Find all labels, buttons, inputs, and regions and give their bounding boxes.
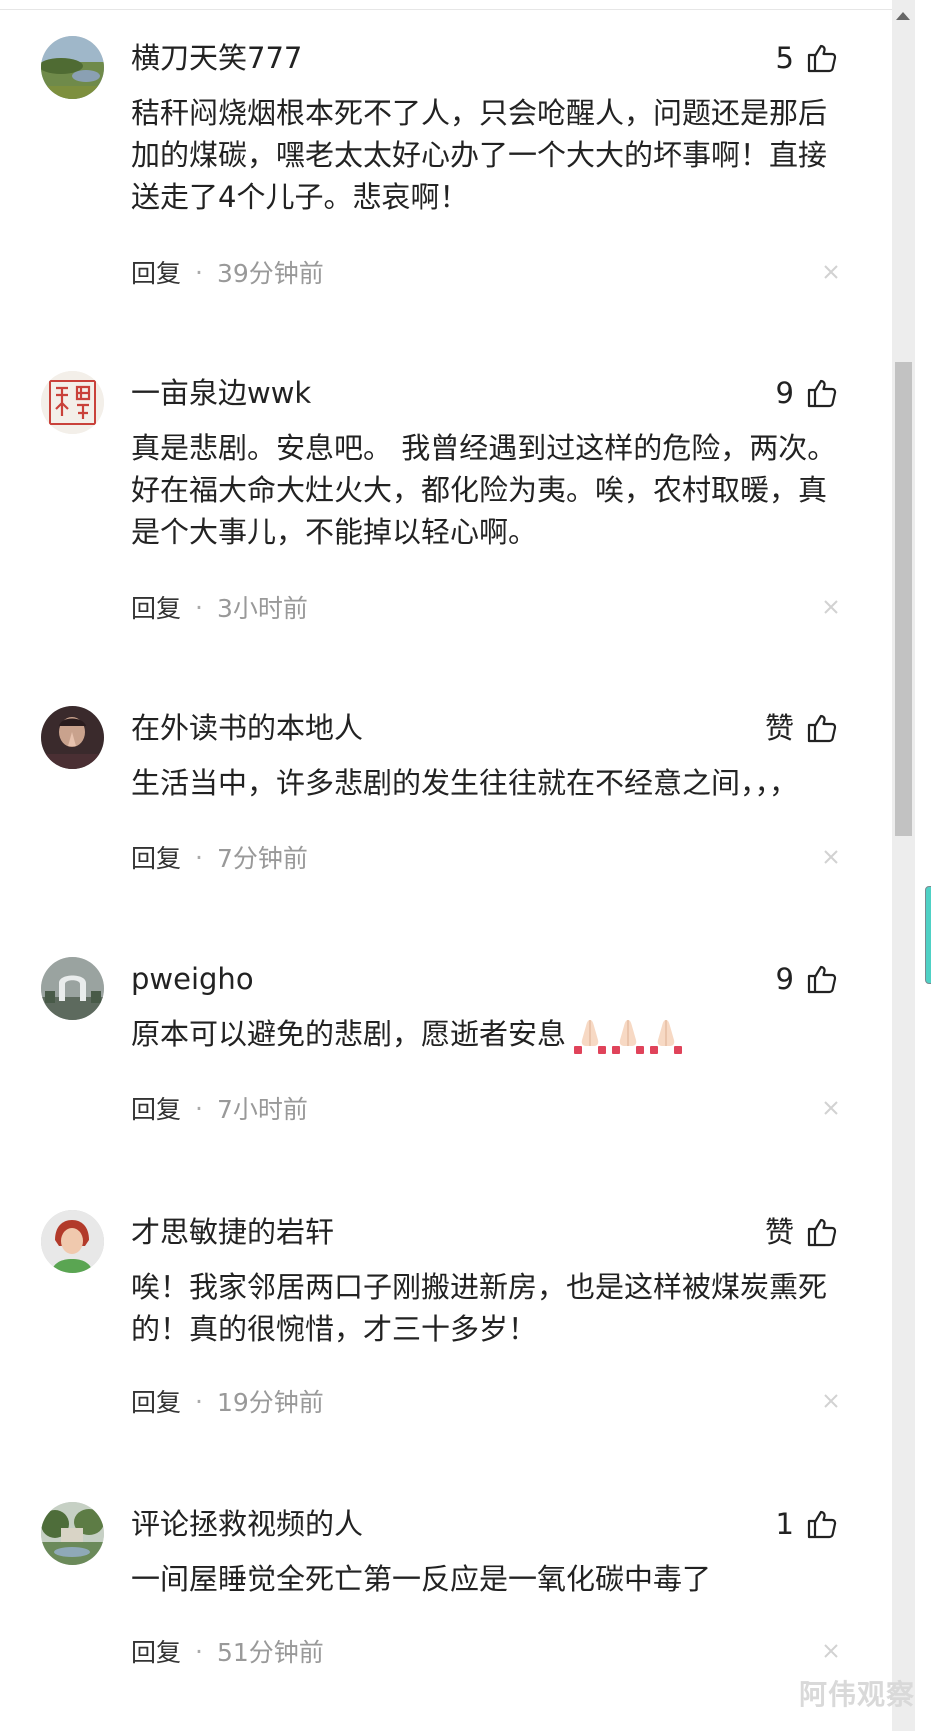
like-button[interactable]: 赞 (765, 1212, 838, 1252)
comment-time: 7分钟前 (216, 844, 308, 873)
person-praying-avatar-icon (41, 706, 104, 769)
like-count: 1 (775, 1507, 794, 1541)
like-button[interactable]: 1 (776, 1504, 838, 1544)
emoji-group (568, 1016, 683, 1056)
comment-username[interactable]: 评论拯救视频的人 (131, 1504, 363, 1544)
separator-dot: · (195, 1386, 203, 1416)
avatar[interactable] (41, 957, 104, 1020)
separator-dot: · (195, 1093, 203, 1123)
comment-username[interactable]: pweigho (131, 959, 254, 999)
avatar[interactable] (41, 1502, 104, 1565)
comment-meta: 回复 · 51分钟前 (131, 1631, 841, 1671)
thumbs-up-icon (807, 1218, 837, 1247)
reply-button[interactable]: 回复 (131, 1633, 181, 1669)
reply-button[interactable]: 回复 (131, 839, 181, 875)
comment-meta: 回复 · 7小时前 (131, 1088, 841, 1128)
comment-time: 51分钟前 (216, 1638, 324, 1667)
woman-portrait-avatar-icon (41, 1210, 104, 1273)
seal-avatar-icon (41, 371, 104, 434)
close-icon[interactable] (817, 1637, 845, 1665)
comment-text: 原本可以避免的悲剧，愿逝者安息 (131, 1013, 851, 1056)
comment-text: 唉！我家邻居两口子刚搬进新房，也是这样被煤炭熏死的！真的很惋惜，才三十多岁！ (131, 1270, 828, 1346)
watermark: 阿伟观察 (798, 1678, 915, 1711)
reply-button[interactable]: 回复 (131, 589, 181, 625)
landscape-avatar-icon (41, 36, 104, 99)
separator-dot: · (195, 257, 203, 287)
comment-text: 真是悲剧。安息吧。 我曾经遇到过这样的危险，两次。好在福大命大灶火大，都化险为夷… (131, 431, 837, 549)
like-count: 9 (775, 376, 794, 410)
like-button[interactable]: 9 (776, 959, 838, 999)
folded-hands-emoji (650, 1020, 683, 1054)
comment-meta: 回复 · 7分钟前 (131, 837, 841, 877)
separator-dot: · (195, 592, 203, 622)
like-count: 5 (775, 41, 794, 75)
garden-landscape-avatar-icon (41, 1502, 104, 1565)
scroll-up-arrow-icon[interactable] (896, 12, 910, 20)
close-icon[interactable] (817, 1094, 845, 1122)
like-button[interactable]: 赞 (765, 708, 838, 748)
avatar[interactable] (41, 706, 104, 769)
separator-dot: · (195, 1636, 203, 1666)
thumbs-up-icon (807, 714, 837, 743)
reply-button[interactable]: 回复 (131, 1383, 181, 1419)
comment-time: 39分钟前 (216, 259, 324, 288)
comment-list: 横刀天笑777 5 秸秆闷烧烟根本死不了人，只会呛醒人，问题还是那后加的煤碳，嘿… (0, 0, 892, 1731)
like-button[interactable]: 9 (776, 373, 838, 413)
close-icon[interactable] (817, 843, 845, 871)
close-icon[interactable] (817, 258, 845, 286)
avatar[interactable] (41, 1210, 104, 1273)
arch-landscape-avatar-icon (41, 957, 104, 1020)
vertical-scrollbar[interactable] (892, 0, 915, 1731)
like-button[interactable]: 5 (776, 38, 838, 78)
like-count: 赞 (764, 711, 794, 745)
reply-button[interactable]: 回复 (131, 254, 181, 290)
avatar[interactable] (41, 371, 104, 434)
thumbs-up-icon (807, 1510, 837, 1539)
thumbs-up-icon (807, 44, 837, 73)
comment-username[interactable]: 横刀天笑777 (131, 38, 302, 78)
comment-username[interactable]: 一亩泉边wwk (131, 373, 311, 413)
comment-meta: 回复 · 3小时前 (131, 587, 841, 627)
comment-text-body: 原本可以避免的悲剧，愿逝者安息 (131, 1017, 567, 1051)
comment-time: 7小时前 (216, 1095, 308, 1124)
reply-button[interactable]: 回复 (131, 1090, 181, 1126)
like-count: 9 (775, 962, 794, 996)
like-count: 赞 (764, 1215, 794, 1249)
close-icon[interactable] (817, 1387, 845, 1415)
comment-text: 生活当中，许多悲剧的发生往往就在不经意之间，，， (131, 766, 799, 800)
close-icon[interactable] (817, 593, 845, 621)
comments-page: 横刀天笑777 5 秸秆闷烧烟根本死不了人，只会呛醒人，问题还是那后加的煤碳，嘿… (0, 0, 931, 1731)
comment-meta: 回复 · 19分钟前 (131, 1381, 841, 1421)
comment-text: 秸秆闷烧烟根本死不了人，只会呛醒人，问题还是那后加的煤碳，嘿老太太好心办了一个大… (131, 96, 828, 214)
thumbs-up-icon (807, 379, 837, 408)
avatar[interactable] (41, 36, 104, 99)
comment-username[interactable]: 才思敏捷的岩轩 (131, 1212, 334, 1252)
separator-dot: · (195, 842, 203, 872)
thumbs-up-icon (807, 965, 837, 994)
comment-username[interactable]: 在外读书的本地人 (131, 708, 363, 748)
comment-meta: 回复 · 39分钟前 (131, 252, 841, 292)
comment-time: 3小时前 (216, 594, 308, 623)
comment-text: 一间屋睡觉全死亡第一反应是一氧化碳中毒了 (131, 1562, 712, 1596)
side-panel-tab[interactable] (925, 886, 931, 984)
scrollbar-thumb[interactable] (895, 362, 912, 836)
comment-time: 19分钟前 (216, 1388, 324, 1417)
